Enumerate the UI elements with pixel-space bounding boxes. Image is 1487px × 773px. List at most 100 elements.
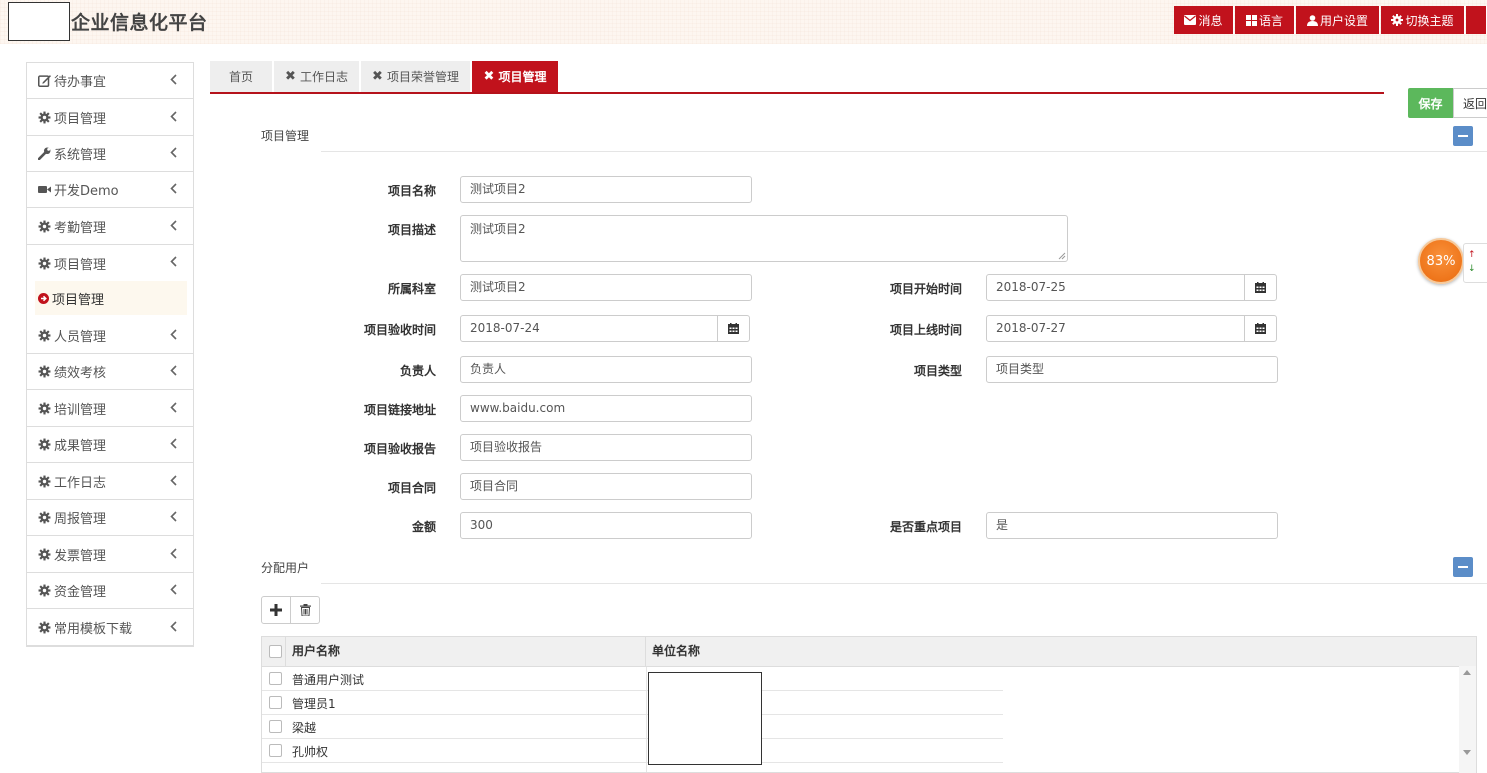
- minus-icon: [1458, 135, 1468, 137]
- project-desc-textarea[interactable]: 测试项目2: [460, 215, 1068, 262]
- scroll-down-icon[interactable]: [1463, 750, 1471, 755]
- row-checkbox[interactable]: [269, 744, 282, 757]
- sidebar-item-label: 成果管理: [54, 439, 107, 454]
- wrench-icon: [37, 147, 51, 161]
- row-checkbox[interactable]: [269, 720, 282, 733]
- tab-project-management[interactable]: ✖ 项目管理: [472, 61, 559, 92]
- chevron-left-icon: [170, 402, 177, 413]
- online-date-calendar-button[interactable]: [1244, 315, 1277, 342]
- chevron-left-icon: [170, 183, 177, 194]
- gear-icon: [37, 256, 51, 270]
- sidebar-item[interactable]: 工作日志: [27, 464, 193, 500]
- contract-input[interactable]: 项目合同: [460, 473, 752, 500]
- close-icon[interactable]: ✖: [285, 69, 296, 84]
- accept-date-calendar-button[interactable]: [717, 315, 750, 342]
- sidebar-item[interactable]: 系统管理: [27, 136, 193, 172]
- messages-button[interactable]: 消息: [1174, 6, 1234, 34]
- chevron-left-icon: [170, 74, 177, 85]
- owner-input[interactable]: 负责人: [460, 356, 752, 383]
- row-checkbox[interactable]: [269, 696, 282, 709]
- tab-project-honor[interactable]: ✖ 项目荣誉管理: [361, 61, 471, 92]
- back-button[interactable]: 返回: [1453, 88, 1487, 118]
- project-type-input[interactable]: 项目类型: [986, 356, 1278, 383]
- sidebar-item[interactable]: 项目管理: [27, 100, 193, 136]
- chevron-left-icon: [170, 621, 177, 632]
- user-table: 用户名称 单位名称 普通用户测试 管理员1 梁越 孔帅权: [261, 636, 1477, 773]
- minus-icon: [1458, 566, 1468, 568]
- sidebar-item[interactable]: 考勤管理: [27, 209, 193, 245]
- close-icon[interactable]: ✖: [372, 69, 383, 84]
- tab-work-log[interactable]: ✖ 工作日志: [274, 61, 360, 92]
- column-header-unit[interactable]: 单位名称: [652, 637, 700, 667]
- label-accept-time: 项目验收时间: [363, 323, 436, 337]
- column-header-username[interactable]: 用户名称: [292, 637, 340, 667]
- sidebar-item-label: 培训管理: [54, 403, 107, 418]
- user-settings-button[interactable]: 用户设置: [1296, 6, 1380, 34]
- sidebar-item[interactable]: 发票管理: [27, 537, 193, 573]
- sidebar-item[interactable]: 绩效考核: [27, 354, 193, 390]
- label-start-time: 项目开始时间: [889, 282, 962, 296]
- chevron-left-icon: [170, 548, 177, 559]
- amount-input[interactable]: 300: [460, 512, 752, 539]
- switch-theme-button[interactable]: 切换主题: [1381, 6, 1465, 34]
- column-divider: [285, 637, 286, 667]
- chevron-left-icon: [170, 111, 177, 122]
- chevron-left-icon: [170, 584, 177, 595]
- label-contract: 项目合同: [387, 481, 436, 495]
- sidebar-item[interactable]: 资金管理: [27, 573, 193, 609]
- section-divider: [321, 583, 1487, 584]
- gear-icon: [37, 584, 51, 598]
- close-icon[interactable]: ✖: [484, 69, 495, 84]
- cell-username: 孔帅权: [292, 745, 329, 759]
- add-row-button[interactable]: [262, 597, 291, 623]
- project-name-input[interactable]: 测试项目2: [460, 176, 752, 203]
- select-all-checkbox[interactable]: [269, 645, 282, 658]
- collapse-section-button[interactable]: [1453, 557, 1473, 577]
- progress-badge[interactable]: 83%: [1418, 238, 1464, 284]
- sidebar-item[interactable]: 开发Demo: [27, 172, 193, 208]
- resize-handle-icon[interactable]: [1058, 252, 1066, 260]
- sidebar-item-label: 发票管理: [54, 549, 107, 564]
- sidebar-item[interactable]: 待办事宜: [27, 63, 193, 99]
- app-title: 企业信息化平台: [71, 12, 208, 34]
- tab-home[interactable]: 首页: [210, 61, 273, 92]
- gear-icon: [37, 220, 51, 234]
- sidebar-item[interactable]: 培训管理: [27, 391, 193, 427]
- collapse-section-button[interactable]: [1453, 126, 1473, 146]
- accept-date-input[interactable]: 2018-07-24: [460, 315, 718, 342]
- sidebar-item[interactable]: 项目管理: [27, 245, 193, 281]
- label-link: 项目链接地址: [363, 403, 436, 417]
- sidebar-item-label: 项目管理: [54, 112, 107, 127]
- gear-icon: [37, 402, 51, 416]
- label-dept: 所属科室: [387, 282, 436, 296]
- gear-icon: [37, 111, 51, 125]
- accept-report-input[interactable]: 项目验收报告: [460, 434, 752, 461]
- label-accept-report: 项目验收报告: [363, 442, 436, 456]
- sidebar-item[interactable]: 周报管理: [27, 500, 193, 536]
- sidebar-item-label: 考勤管理: [54, 221, 107, 236]
- more-button[interactable]: [1466, 6, 1487, 34]
- link-input[interactable]: www.baidu.com: [460, 395, 752, 422]
- sidebar-subitem-project-management[interactable]: 项目管理: [35, 281, 187, 315]
- logo: [8, 2, 70, 41]
- label-online-time: 项目上线时间: [889, 323, 962, 337]
- save-button[interactable]: 保存: [1408, 88, 1453, 118]
- chevron-left-icon: [170, 329, 177, 340]
- key-project-input[interactable]: 是: [986, 512, 1278, 539]
- scroll-up-icon[interactable]: [1463, 670, 1471, 675]
- table-scrollbar[interactable]: [1459, 666, 1476, 773]
- dept-input[interactable]: 测试项目2: [460, 274, 752, 301]
- online-date-input[interactable]: 2018-07-27: [986, 315, 1245, 342]
- section-title-project: 项目管理: [261, 129, 310, 143]
- row-checkbox[interactable]: [269, 672, 282, 685]
- language-button[interactable]: 语言: [1235, 6, 1295, 34]
- start-date-calendar-button[interactable]: [1244, 274, 1277, 301]
- sidebar-item[interactable]: 人员管理: [27, 318, 193, 354]
- sidebar-item[interactable]: 成果管理: [27, 427, 193, 463]
- plus-icon: [270, 604, 282, 616]
- delete-row-button[interactable]: [291, 597, 319, 623]
- sidebar-item[interactable]: 常用模板下载: [27, 610, 193, 646]
- start-date-input[interactable]: 2018-07-25: [986, 274, 1245, 301]
- label-project-name: 项目名称: [387, 184, 436, 198]
- calendar-icon: [728, 323, 739, 334]
